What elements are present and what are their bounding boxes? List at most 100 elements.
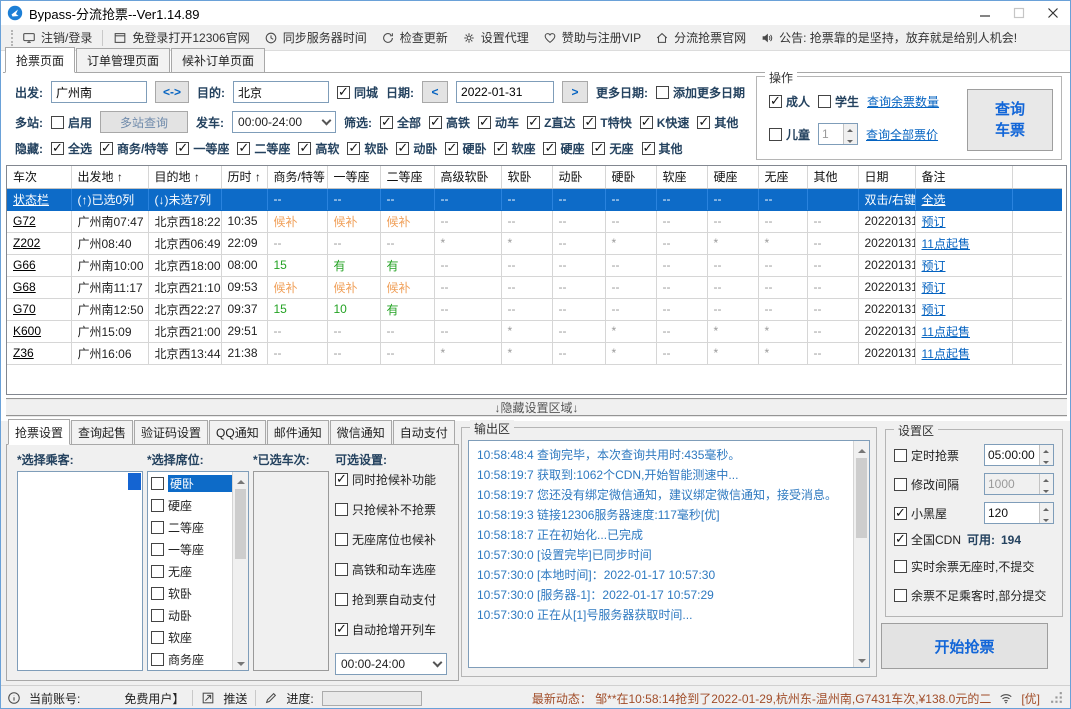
spin-up-icon[interactable] — [1040, 445, 1053, 455]
column-header[interactable]: 高级软卧 — [434, 166, 502, 189]
train-number-cell[interactable]: G70 — [7, 298, 72, 321]
column-header[interactable]: 硬座 — [707, 166, 759, 189]
settings-tab-6[interactable]: 自动支付 — [392, 420, 455, 444]
output-log[interactable]: 10:58:48:4 查询完毕，本次查询共用时:435毫秒。 10:58:19:7… — [468, 440, 870, 668]
remark-cell[interactable]: 11点起售 — [915, 232, 1013, 255]
checkbox-item[interactable]: 其他 — [641, 140, 683, 157]
child-checkbox[interactable]: 儿童 — [769, 126, 810, 143]
checkbox-item[interactable]: 硬卧 — [151, 475, 232, 492]
same-city-checkbox[interactable]: 同城 — [337, 84, 378, 101]
column-header[interactable]: 软座 — [656, 166, 708, 189]
remark-cell[interactable]: 预订 — [915, 298, 1013, 321]
seat-listbox[interactable]: 硬卧硬座二等座一等座无座软卧动卧软座商务座特等座 — [147, 471, 249, 671]
checkbox-item[interactable]: 硬座 — [543, 140, 584, 157]
checkbox-item[interactable]: 商务/特等 — [100, 140, 168, 157]
stepper-input[interactable] — [985, 474, 1039, 494]
toolbar-check-update[interactable]: 检查更新 — [381, 29, 448, 46]
child-count-input[interactable] — [819, 124, 844, 144]
column-header[interactable]: 历时 ↑ — [221, 166, 268, 189]
checkbox-item[interactable]: 软卧 — [151, 585, 232, 602]
main-tab-0[interactable]: 抢票页面 — [5, 47, 76, 73]
checkbox[interactable] — [335, 593, 348, 606]
settings-tab-2[interactable]: 验证码设置 — [134, 420, 209, 444]
prev-date-button[interactable]: < — [422, 81, 449, 103]
checkbox[interactable] — [396, 140, 410, 156]
selected-trains-listbox[interactable] — [253, 471, 329, 671]
add-more-dates-checkbox[interactable]: 添加更多日期 — [656, 84, 745, 101]
checkbox[interactable] — [335, 471, 348, 487]
checkbox[interactable] — [494, 140, 508, 156]
remark-cell[interactable]: 预订 — [915, 276, 1013, 299]
settings-stepper[interactable] — [984, 473, 1054, 495]
train-number-cell[interactable]: Z36 — [7, 342, 72, 365]
output-scrollbar[interactable] — [853, 441, 869, 667]
seat-scrollbar[interactable] — [232, 472, 248, 670]
date-input[interactable] — [456, 81, 555, 103]
checkbox[interactable] — [543, 140, 557, 156]
spin-down-icon[interactable] — [844, 134, 858, 144]
spin-down-icon[interactable] — [1040, 513, 1053, 523]
checkbox[interactable] — [639, 114, 653, 130]
depart-input[interactable] — [51, 81, 147, 103]
checkbox[interactable] — [151, 499, 164, 512]
checkbox[interactable] — [429, 114, 443, 130]
column-header[interactable]: 目的地 ↑ — [148, 166, 222, 189]
checkbox[interactable] — [151, 565, 164, 578]
checkbox-item[interactable]: 软座 — [494, 140, 535, 157]
settings-tab-1[interactable]: 查询起售 — [71, 420, 134, 444]
checkbox[interactable] — [298, 140, 312, 156]
checkbox[interactable] — [100, 140, 114, 156]
checkbox[interactable] — [656, 85, 670, 99]
checkbox-item[interactable]: 无座席位也候补 — [335, 531, 455, 548]
scrollbar-thumb[interactable] — [128, 473, 141, 490]
scroll-down-icon[interactable] — [233, 655, 248, 670]
checkbox[interactable] — [894, 448, 907, 462]
column-header[interactable]: 商务/特等 — [267, 166, 328, 189]
checkbox[interactable] — [445, 140, 459, 156]
checkbox-item[interactable]: 抢到票自动支付 — [335, 591, 455, 608]
main-tab-2[interactable]: 候补订单页面 — [171, 48, 266, 72]
checkbox-item[interactable]: 动车 — [478, 114, 519, 131]
train-number-cell[interactable]: 状态栏 — [7, 188, 72, 211]
grab-time-combo[interactable]: 00:00-24:00 — [335, 653, 447, 675]
checkbox-item[interactable]: 动卧 — [151, 607, 232, 624]
toolbar-open-12306[interactable]: 免登录打开12306官网 — [113, 29, 250, 46]
checkbox[interactable] — [527, 114, 541, 130]
checkbox-item[interactable]: 一等座 — [176, 140, 229, 157]
checkbox-item[interactable]: 自动抢增开列车 — [335, 621, 455, 638]
checkbox-item[interactable]: 高铁 — [429, 114, 470, 131]
train-number-cell[interactable]: G72 — [7, 210, 72, 233]
enable-checkbox[interactable]: 启用 — [51, 114, 92, 131]
train-number-cell[interactable]: K600 — [7, 320, 72, 343]
remark-cell[interactable]: 预订 — [915, 254, 1013, 277]
spin-down-icon[interactable] — [1040, 455, 1053, 465]
checkbox-item[interactable]: K快速 — [639, 114, 689, 131]
main-tab-1[interactable]: 订单管理页面 — [76, 48, 171, 72]
checkbox[interactable] — [894, 589, 907, 602]
toolbar-sync-time[interactable]: 同步服务器时间 — [264, 29, 367, 46]
column-header[interactable]: 软卧 — [501, 166, 553, 189]
stepper-input[interactable] — [985, 445, 1039, 465]
checkbox-item[interactable]: 二等座 — [237, 140, 290, 157]
column-header[interactable]: 日期 — [858, 166, 916, 189]
checkbox-item[interactable]: 无座 — [592, 140, 634, 157]
settings-tab-5[interactable]: 微信通知 — [329, 420, 392, 444]
depart-time-combo[interactable]: 00:00-24:00 — [232, 111, 337, 133]
scroll-up-icon[interactable] — [233, 472, 248, 487]
checkbox[interactable] — [335, 503, 348, 516]
checkbox[interactable] — [769, 93, 782, 109]
checkbox[interactable] — [176, 140, 190, 156]
push-label[interactable]: 推送 — [223, 690, 247, 707]
close-button[interactable] — [1036, 1, 1070, 25]
checkbox[interactable] — [818, 95, 832, 108]
checkbox[interactable] — [151, 653, 164, 666]
toolbar-official-site[interactable]: 分流抢票官网 — [655, 29, 746, 46]
toolbar-logout-login[interactable]: 注销/登录 — [22, 29, 92, 46]
checkbox[interactable] — [151, 521, 164, 534]
scroll-up-icon[interactable] — [854, 441, 869, 456]
checkbox[interactable] — [335, 621, 348, 637]
multi-query-button[interactable]: 多站查询 — [100, 111, 189, 133]
checkbox[interactable] — [151, 477, 164, 490]
checkbox-item[interactable]: 高软 — [298, 140, 339, 157]
column-header[interactable]: 出发地 ↑ — [71, 166, 149, 189]
